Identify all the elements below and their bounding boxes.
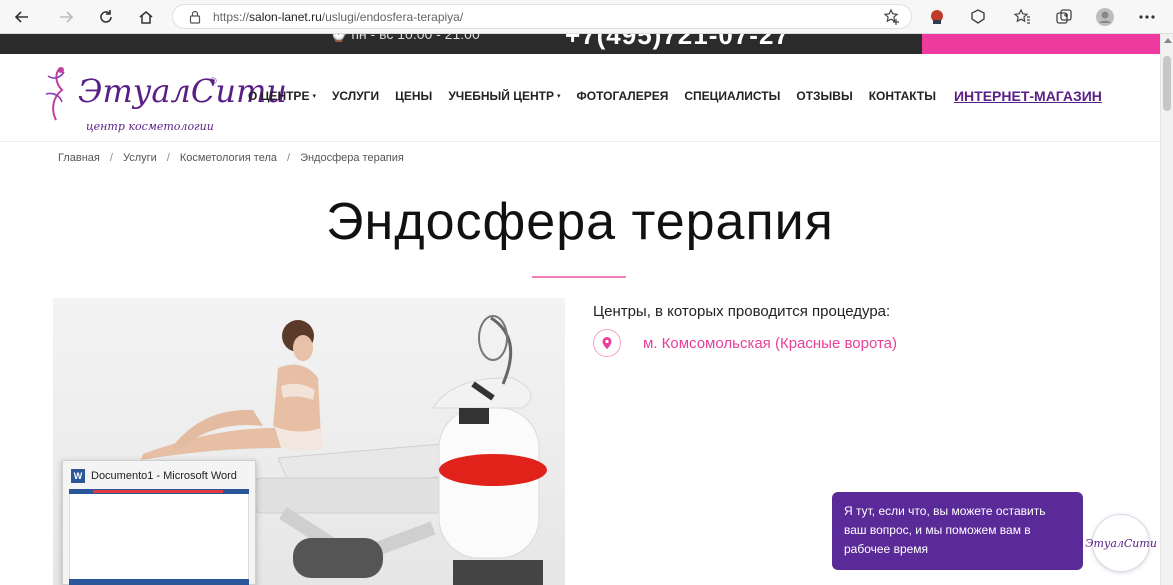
word-window-title: Documento1 - Microsoft Word [91, 470, 237, 482]
home-icon[interactable] [136, 7, 156, 27]
word-ribbon-highlight [93, 490, 223, 493]
breadcrumb-body-cosmetology[interactable]: Косметология тела [180, 152, 277, 164]
word-preview-title: W Documento1 - Microsoft Word [71, 469, 237, 483]
nav-contacts[interactable]: КОНТАКТЫ [869, 89, 936, 103]
nav-training-center[interactable]: УЧЕБНЫЙ ЦЕНТР ▾ [448, 89, 560, 103]
browser-essentials-icon[interactable] [968, 7, 988, 27]
reload-icon[interactable] [96, 7, 116, 27]
chevron-down-icon: ▾ [556, 93, 561, 100]
chat-widget-button[interactable]: ЭтуалСити [1085, 514, 1157, 572]
breadcrumb: Главная / Услуги / Косметология тела / Э… [58, 152, 404, 164]
centers-heading: Центры, в которых проводится процедура: [593, 303, 891, 320]
add-favorite-icon[interactable] [883, 8, 901, 31]
phone-number[interactable]: +7(495)721-07-27 [565, 34, 790, 51]
metro-location-link[interactable]: м. Комсомольская (Красные ворота) [643, 335, 897, 352]
word-icon: W [71, 469, 85, 483]
browser-toolbar: https://salon-lanet.ru/uslugi/endosfera-… [0, 0, 1173, 34]
word-window-preview[interactable]: W Documento1 - Microsoft Word [62, 460, 256, 585]
chat-avatar-logo: ЭтуалСити [1085, 536, 1157, 550]
site-header: ЭтуалСити ® центр косметологии О ЦЕНТРЕ ▾… [0, 54, 1160, 142]
favorites-icon[interactable] [1012, 7, 1032, 27]
working-hours: ⌚ пн - вс 10:00 - 21:00 [330, 34, 480, 42]
url-text: https://salon-lanet.ru/uslugi/endosfera-… [213, 9, 464, 24]
breadcrumb-home[interactable]: Главная [58, 152, 100, 164]
chevron-down-icon: ▾ [312, 93, 316, 100]
title-divider [532, 276, 626, 278]
lock-icon[interactable] [187, 9, 203, 25]
nav-specialists[interactable]: СПЕЦИАЛИСТЫ [684, 89, 780, 103]
word-document-thumbnail [69, 489, 249, 585]
scroll-up-icon[interactable] [1164, 38, 1172, 43]
collections-icon[interactable] [1054, 7, 1074, 27]
logo-figure-icon [45, 67, 65, 121]
profile-icon[interactable] [1095, 7, 1115, 27]
main-navigation: О ЦЕНТРЕ ▾ УСЛУГИ ЦЕНЫ УЧЕБНЫЙ ЦЕНТР ▾ ФОТ… [248, 88, 1118, 104]
nav-services[interactable]: УСЛУГИ [332, 89, 379, 103]
breadcrumb-services[interactable]: Услуги [123, 152, 157, 164]
more-icon[interactable] [1137, 7, 1157, 27]
nav-gallery[interactable]: ФОТОГАЛЕРЕЯ [577, 89, 669, 103]
word-statusbar [69, 579, 249, 585]
nav-prices[interactable]: ЦЕНЫ [395, 89, 432, 103]
breadcrumb-current: Эндосфера терапия [300, 152, 404, 164]
chat-message[interactable]: Я тут, если что, вы можете оставить ваш … [832, 492, 1083, 570]
contact-strip: ⌚ пн - вс 10:00 - 21:00 +7(495)721-07-27 [0, 34, 1160, 54]
page-title: Эндосфера терапия [326, 193, 834, 251]
breadcrumb-separator: / [166, 152, 170, 164]
location-item[interactable]: м. Комсомольская (Красные ворота) [593, 329, 897, 357]
registered-mark: ® [210, 76, 217, 86]
extension-icon[interactable] [927, 7, 947, 27]
nav-reviews[interactable]: ОТЗЫВЫ [796, 89, 852, 103]
forward-icon[interactable] [56, 7, 76, 27]
page-scrollbar[interactable] [1160, 34, 1173, 585]
back-icon[interactable] [12, 7, 32, 27]
nav-online-shop[interactable]: ИНТЕРНЕТ-МАГАЗИН [954, 88, 1102, 104]
address-bar[interactable]: https://salon-lanet.ru/uslugi/endosfera-… [172, 4, 912, 29]
callback-button[interactable] [922, 34, 1160, 54]
location-pin-icon [593, 329, 621, 357]
logo-subtitle: центр косметологии [86, 120, 214, 133]
nav-about[interactable]: О ЦЕНТРЕ ▾ [248, 89, 316, 103]
site-logo[interactable]: ЭтуалСити ® центр косметологии [38, 64, 287, 134]
breadcrumb-separator: / [109, 152, 113, 164]
breadcrumb-separator: / [287, 152, 291, 164]
scrollbar-thumb[interactable] [1163, 56, 1171, 111]
